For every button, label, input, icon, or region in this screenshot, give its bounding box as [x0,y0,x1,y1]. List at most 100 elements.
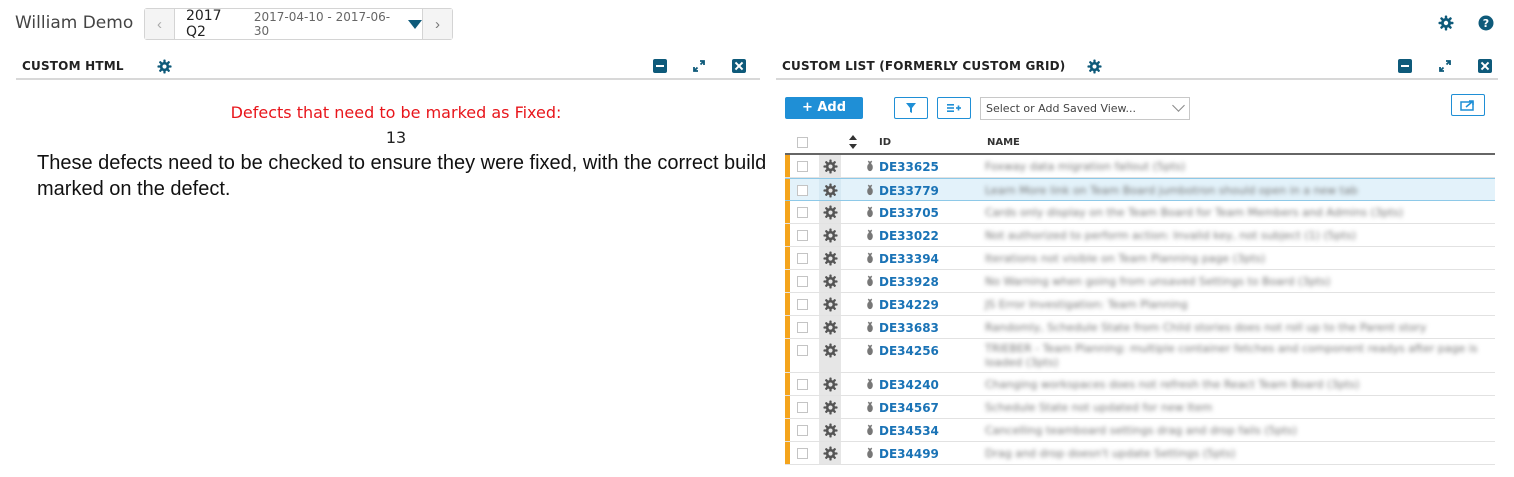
row-gear-icon[interactable] [823,159,838,174]
sort-icon[interactable] [848,134,858,150]
minimize-panel-button[interactable] [653,59,667,73]
row-status-stripe [785,442,790,464]
row-checkbox[interactable] [797,379,808,390]
row-checkbox[interactable] [797,276,808,287]
filter-button[interactable] [894,97,928,119]
row-checkbox[interactable] [797,230,808,241]
table-row[interactable]: DE33394 Iterations not visible on Team Pl… [785,247,1495,270]
table-row[interactable]: DE33928 No Warning when going from unsave… [785,270,1495,293]
defect-id-link[interactable]: DE33705 [879,206,939,220]
defect-bug-icon [867,321,873,333]
settings-gear-icon[interactable] [1438,15,1454,31]
defect-id-link[interactable]: DE34256 [879,344,939,358]
minimize-panel-button[interactable] [1398,59,1412,73]
defect-id-link[interactable]: DE33625 [879,160,939,174]
timebox-range[interactable]: 2017-04-10 - 2017-06-30 [254,10,400,38]
row-checkbox[interactable] [797,345,808,356]
row-gear-icon[interactable] [823,274,838,289]
table-row[interactable]: DE34240 Changing workspaces does not refr… [785,373,1495,396]
table-row[interactable]: DE33779 Learn More link on Team Board jum… [785,178,1495,201]
table-row[interactable]: DE33022 Not authorized to perform action:… [785,224,1495,247]
defect-name: Cancelling teamboard settings drag and d… [985,424,1297,437]
expand-icon[interactable] [1438,59,1452,73]
table-row[interactable]: DE34229 JS Error Investigation: Team Plan… [785,293,1495,316]
defect-id-link[interactable]: DE33683 [879,321,939,335]
close-panel-button[interactable] [732,59,746,73]
timebox-dropdown-icon[interactable] [408,19,423,29]
row-checkbox[interactable] [797,161,808,172]
close-panel-button[interactable] [1478,59,1492,73]
defect-bug-icon [867,378,873,390]
row-gear-icon[interactable] [823,343,838,358]
row-gear-icon[interactable] [823,205,838,220]
row-checkbox[interactable] [797,185,808,196]
row-gear-icon[interactable] [823,251,838,266]
table-row[interactable]: DE34567 Schedule State not updated for ne… [785,396,1495,419]
row-checkbox[interactable] [797,299,808,310]
row-checkbox[interactable] [797,207,808,218]
defect-name: Not authorized to perform action: Invali… [985,229,1356,242]
select-all-checkbox[interactable] [797,137,808,148]
defect-name: Cards only display on the Team Board for… [985,206,1404,219]
defect-id-link[interactable]: DE33779 [879,184,939,198]
next-timebox-button[interactable]: › [422,9,452,39]
row-gear-icon[interactable] [823,297,838,312]
share-icon [1460,100,1474,111]
row-gear-icon[interactable] [823,228,838,243]
table-row[interactable]: DE33625 Foxway data migration fallout (5p… [785,155,1495,178]
table-row[interactable]: DE33705 Cards only display on the Team Bo… [785,201,1495,224]
field-picker-button[interactable] [937,97,971,119]
app-title: William Demo [15,13,134,33]
defect-id-link[interactable]: DE34229 [879,298,939,312]
column-header-id[interactable]: ID [879,137,891,148]
defect-id-link[interactable]: DE33928 [879,275,939,289]
row-status-stripe [785,224,790,246]
column-header-name[interactable]: NAME [987,137,1020,148]
panel-settings-gear-icon[interactable] [157,59,172,74]
defects-heading: Defects that need to be marked as Fixed: [230,103,562,122]
defect-id-link[interactable]: DE34534 [879,424,939,438]
row-gear-icon[interactable] [823,400,838,415]
saved-view-placeholder: Select or Add Saved View... [986,102,1137,115]
add-new-button[interactable]: + Add New [785,97,863,137]
row-gear-icon[interactable] [823,423,838,438]
row-gear-icon[interactable] [823,320,838,335]
row-checkbox[interactable] [797,425,808,436]
help-icon[interactable]: ? [1478,15,1494,31]
saved-view-select[interactable]: Select or Add Saved View... [980,97,1190,120]
row-status-stripe [785,339,790,372]
defect-id-link[interactable]: DE33394 [879,252,939,266]
table-row[interactable]: DE34534 Cancelling teamboard settings dra… [785,419,1495,442]
export-button[interactable] [1451,94,1485,116]
defect-name: No Warning when going from unsaved Setti… [985,275,1331,288]
filter-icon [906,103,916,113]
row-status-stripe [785,247,790,269]
defect-id-link[interactable]: DE34240 [879,378,939,392]
table-row[interactable]: DE34499 Drag and drop doesn't update Sett… [785,442,1495,465]
row-checkbox[interactable] [797,448,808,459]
panel-settings-gear-icon[interactable] [1087,59,1102,74]
defect-id-link[interactable]: DE33022 [879,229,939,243]
table-row[interactable]: DE34256 TRIEBER - Team Planning: multiple… [785,339,1495,373]
defect-id-link[interactable]: DE34499 [879,447,939,461]
row-status-stripe [785,179,790,200]
row-checkbox[interactable] [797,253,808,264]
defect-id-link[interactable]: DE34567 [879,401,939,415]
row-gear-icon[interactable] [823,183,838,198]
defect-name: Changing workspaces does not refresh the… [985,378,1360,391]
row-gear-icon[interactable] [823,446,838,461]
defect-bug-icon [867,401,873,413]
row-gear-icon[interactable] [823,377,838,392]
table-row[interactable]: DE33683 Randomly, Schedule State from Chi… [785,316,1495,339]
timebox-name[interactable]: 2017 Q2 [186,8,244,40]
prev-timebox-button[interactable]: ‹ [145,9,175,39]
top-bar: William Demo ‹ 2017 Q2 2017-04-10 - 2017… [0,0,1514,48]
defect-name: Iterations not visible on Team Planning … [985,252,1266,265]
panel-header: CUSTOM LIST (FORMERLY CUSTOM GRID) [776,53,1498,80]
expand-icon[interactable] [692,59,706,73]
row-checkbox[interactable] [797,322,808,333]
panel-header: CUSTOM HTML [16,53,760,80]
defect-name: Learn More link on Team Board jumbotron … [985,184,1358,197]
row-checkbox[interactable] [797,402,808,413]
row-status-stripe [785,155,790,177]
